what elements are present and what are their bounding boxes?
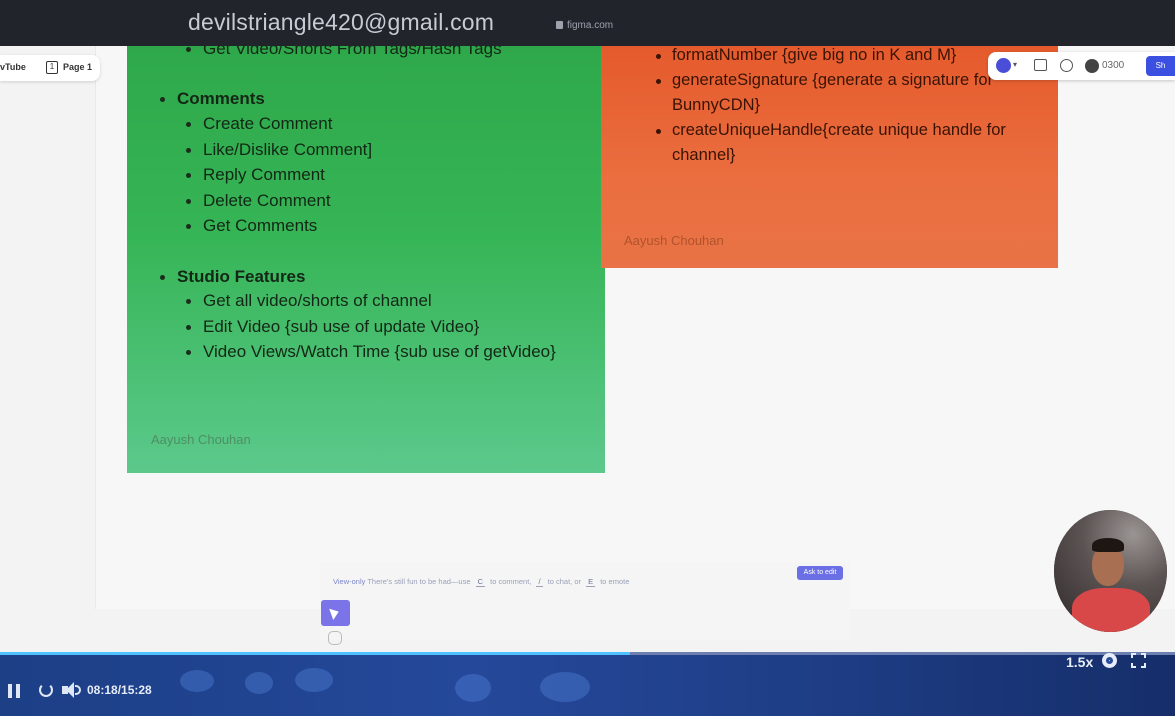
corner (1141, 653, 1146, 658)
corner (1141, 663, 1146, 668)
figma-file-tabs: vTube 1 Page 1 (0, 55, 100, 81)
list-item: Delete Comment (185, 188, 372, 214)
presenter-shirt (1072, 588, 1150, 632)
orange-note-author: Aayush Chouhan (624, 233, 724, 248)
lock-icon (556, 21, 563, 29)
domain-text: figma.com (567, 20, 614, 31)
message-text: to chat, or (547, 577, 582, 586)
section-heading-studio-features: Studio Features (159, 264, 305, 290)
pause-bar (16, 684, 20, 698)
video-time: 08:18/15:28 (87, 683, 152, 697)
sound-wave (75, 685, 81, 695)
site-domain: figma.com (556, 20, 613, 31)
list-item: createUniqueHandle{create unique handle … (656, 118, 1032, 168)
video-control-bar (0, 652, 1175, 716)
corner (1131, 653, 1136, 658)
pause-icon[interactable] (8, 684, 22, 698)
studio-list: Get all video/shorts of channel Edit Vid… (186, 288, 556, 365)
list-item: formatNumber {give big no in K and M} (656, 43, 1032, 68)
studio-section: Studio Features (159, 264, 305, 290)
bottom-toolbar-area (320, 562, 850, 640)
comments-list: Create Comment Like/Dislike Comment] Rep… (185, 111, 372, 239)
list-item: Video Views/Watch Time {sub use of getVi… (186, 339, 556, 365)
page-selector[interactable]: Page 1 (63, 62, 92, 72)
comment-icon[interactable] (1060, 59, 1073, 72)
pause-bar (8, 684, 12, 698)
playback-speed-button[interactable]: 1.5x (1066, 654, 1093, 670)
volume-icon[interactable] (62, 682, 82, 698)
message-text: to emote (600, 577, 630, 586)
cursor-arrow-icon (329, 605, 341, 621)
orange-note-list: formatNumber {give big no in K and M} ge… (656, 43, 1032, 168)
present-icon[interactable] (1034, 59, 1047, 71)
list-item: Reply Comment (185, 162, 372, 188)
file-name[interactable]: vTube (0, 62, 26, 72)
webcam-overlay (1054, 510, 1167, 632)
user-avatar[interactable] (996, 58, 1011, 73)
list-item: Edit Video {sub use of update Video} (186, 314, 556, 340)
move-tool-button[interactable] (321, 600, 350, 626)
decorative-shape (245, 672, 273, 694)
presenter-hair (1092, 538, 1124, 552)
fullscreen-icon[interactable] (1131, 653, 1146, 668)
ask-to-edit-button[interactable]: Ask to edit (797, 566, 843, 580)
browser-top-bar: devilstriangle420@gmail.com figma.com (0, 0, 1175, 46)
page-icon: 1 (46, 61, 58, 74)
zoom-icon[interactable] (1085, 59, 1099, 73)
video-progress-remaining[interactable] (630, 652, 1175, 655)
screen: Get Video/Shorts From Tags/Hash Tags Com… (0, 0, 1175, 716)
comments-section: Comments (160, 86, 265, 112)
corner (1131, 663, 1136, 668)
view-only-message: View-only There's still fun to be had—us… (333, 577, 629, 587)
decorative-shape (180, 670, 214, 692)
hand-tool-icon[interactable] (328, 631, 342, 645)
speaker-cone (66, 682, 74, 698)
section-heading-comments: Comments (160, 86, 265, 112)
decorative-shape (295, 668, 333, 692)
green-note-author: Aayush Chouhan (151, 432, 251, 447)
figma-right-toolbar: ▾ 0300 Sh (988, 52, 1175, 80)
replay-icon[interactable] (39, 683, 53, 697)
chevron-down-icon[interactable]: ▾ (1013, 60, 1017, 69)
message-text: There's still fun to be had—use (367, 577, 471, 586)
decorative-shape (540, 672, 590, 702)
key-hint-emote: E (586, 577, 596, 587)
list-item: Like/Dislike Comment] (185, 137, 372, 163)
list-item: Get Comments (185, 213, 372, 239)
list-item: generateSignature {generate a signature … (656, 68, 1032, 118)
view-only-label: View-only (333, 577, 366, 586)
list-item: Get all video/shorts of channel (186, 288, 556, 314)
share-button[interactable]: Sh (1146, 56, 1175, 76)
zoom-level[interactable]: 0300 (1102, 60, 1124, 71)
key-hint-comment: C (475, 577, 486, 587)
video-progress-played[interactable] (0, 652, 630, 655)
key-hint-chat: / (536, 577, 543, 587)
decorative-shape (455, 674, 491, 702)
list-item: Create Comment (185, 111, 372, 137)
settings-gear-icon[interactable] (1102, 653, 1117, 668)
message-text: to comment, (490, 577, 532, 586)
account-email: devilstriangle420@gmail.com (188, 9, 495, 35)
